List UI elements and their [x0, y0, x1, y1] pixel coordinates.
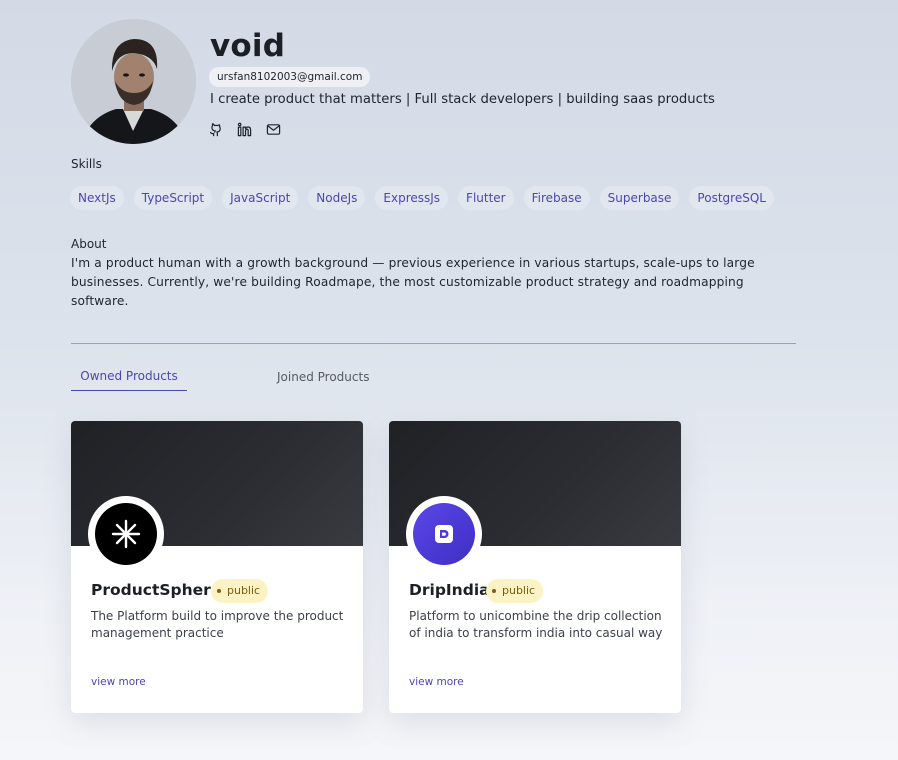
skill-chip: PostgreSQL — [689, 186, 774, 210]
product-description: The Platform build to improve the produc… — [91, 609, 344, 640]
about-text: I'm a product human with a growth backgr… — [71, 256, 755, 308]
tab-owned-products[interactable]: Owned Products — [71, 364, 187, 391]
status-badge: public — [486, 579, 544, 603]
product-description: Platform to unicombine the drip collecti… — [409, 609, 663, 640]
skill-chip: NodeJs — [308, 186, 366, 210]
product-title: DripIndia — [409, 581, 490, 599]
github-icon[interactable] — [208, 122, 223, 137]
status-badge-label: public — [502, 584, 536, 597]
product-title: ProductSphere — [91, 581, 222, 599]
profile-name: void — [210, 28, 286, 64]
skill-chip: Firebase — [523, 186, 590, 210]
profile-bio: I create product that matters | Full sta… — [210, 92, 715, 107]
email-badge[interactable]: ursfan8102003@gmail.com — [209, 67, 371, 87]
linkedin-icon[interactable] — [237, 122, 252, 137]
skill-chip: Flutter — [458, 186, 514, 210]
tab-joined-products[interactable]: Joined Products — [277, 364, 369, 390]
avatar — [71, 19, 196, 144]
status-badge: public — [211, 579, 269, 603]
drip-logo-icon — [413, 503, 475, 565]
skills-list: NextJs TypeScript JavaScript NodeJs Expr… — [70, 186, 774, 210]
product-card[interactable]: ProductSphere public The Platform build … — [71, 421, 363, 713]
skill-chip: NextJs — [70, 186, 124, 210]
about-heading: About — [71, 237, 107, 251]
product-logo — [88, 496, 164, 572]
mail-icon[interactable] — [266, 122, 281, 137]
profile-photo — [71, 19, 196, 144]
skill-chip: JavaScript — [222, 186, 299, 210]
view-more-link[interactable]: view more — [91, 676, 146, 688]
social-links — [208, 122, 281, 137]
status-badge-label: public — [227, 584, 261, 597]
skill-chip: ExpressJs — [375, 186, 449, 210]
product-card[interactable]: DripIndia public Platform to unicombine … — [389, 421, 681, 713]
view-more-link[interactable]: view more — [409, 676, 464, 688]
skills-heading: Skills — [71, 157, 102, 171]
sparkle-logo-icon — [95, 503, 157, 565]
product-logo — [406, 496, 482, 572]
section-divider — [71, 343, 796, 344]
skill-chip: TypeScript — [133, 186, 213, 210]
skill-chip: Superbase — [599, 186, 680, 210]
